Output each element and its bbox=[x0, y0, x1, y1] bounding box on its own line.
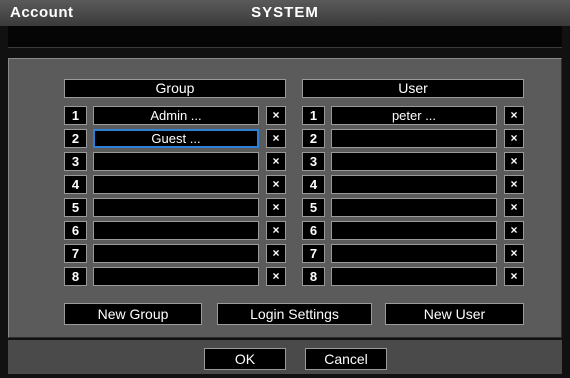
user-name-field[interactable] bbox=[331, 221, 497, 240]
user-delete-icon[interactable]: × bbox=[504, 129, 524, 148]
user-delete-icon[interactable]: × bbox=[504, 221, 524, 240]
user-delete-icon[interactable]: × bbox=[504, 198, 524, 217]
group-name-field[interactable] bbox=[93, 244, 259, 263]
user-name-field[interactable] bbox=[331, 244, 497, 263]
title-bar: Account SYSTEM bbox=[0, 0, 570, 26]
group-name-field[interactable] bbox=[93, 267, 259, 286]
group-delete-icon[interactable]: × bbox=[266, 221, 286, 240]
group-row-number: 3 bbox=[64, 152, 87, 171]
user-delete-icon[interactable]: × bbox=[504, 267, 524, 286]
user-row-number: 6 bbox=[302, 221, 325, 240]
group-name-field[interactable] bbox=[93, 221, 259, 240]
section-title: SYSTEM bbox=[251, 4, 319, 21]
top-strip bbox=[8, 26, 562, 48]
user-name-field[interactable]: peter ... bbox=[331, 106, 497, 125]
group-row-number: 1 bbox=[64, 106, 87, 125]
group-column-header: Group bbox=[64, 79, 286, 98]
new-user-button[interactable]: New User bbox=[385, 303, 524, 325]
group-delete-icon[interactable]: × bbox=[266, 244, 286, 263]
user-row-number: 7 bbox=[302, 244, 325, 263]
user-name-field[interactable] bbox=[331, 198, 497, 217]
user-row-number: 5 bbox=[302, 198, 325, 217]
group-name-field[interactable] bbox=[93, 152, 259, 171]
user-row-number: 4 bbox=[302, 175, 325, 194]
user-delete-icon[interactable]: × bbox=[504, 106, 524, 125]
user-name-field[interactable] bbox=[331, 152, 497, 171]
group-delete-icon[interactable]: × bbox=[266, 267, 286, 286]
user-name-field[interactable] bbox=[331, 129, 497, 148]
group-name-field[interactable]: Guest ... bbox=[93, 129, 259, 148]
user-delete-icon[interactable]: × bbox=[504, 244, 524, 263]
group-row-number: 4 bbox=[64, 175, 87, 194]
group-name-field[interactable] bbox=[93, 198, 259, 217]
group-name-field[interactable]: Admin ... bbox=[93, 106, 259, 125]
group-delete-icon[interactable]: × bbox=[266, 106, 286, 125]
ok-button[interactable]: OK bbox=[204, 348, 286, 370]
group-row-number: 6 bbox=[64, 221, 87, 240]
group-delete-icon[interactable]: × bbox=[266, 129, 286, 148]
user-row-number: 8 bbox=[302, 267, 325, 286]
new-group-button[interactable]: New Group bbox=[64, 303, 202, 325]
group-delete-icon[interactable]: × bbox=[266, 198, 286, 217]
group-row-number: 8 bbox=[64, 267, 87, 286]
user-column-header: User bbox=[302, 79, 524, 98]
group-name-field[interactable] bbox=[93, 175, 259, 194]
user-row-number: 1 bbox=[302, 106, 325, 125]
group-delete-icon[interactable]: × bbox=[266, 175, 286, 194]
group-row-number: 2 bbox=[64, 129, 87, 148]
user-name-field[interactable] bbox=[331, 267, 497, 286]
user-row-number: 2 bbox=[302, 129, 325, 148]
group-row-number: 7 bbox=[64, 244, 87, 263]
group-delete-icon[interactable]: × bbox=[266, 152, 286, 171]
group-row-number: 5 bbox=[64, 198, 87, 217]
login-settings-button[interactable]: Login Settings bbox=[217, 303, 372, 325]
user-delete-icon[interactable]: × bbox=[504, 152, 524, 171]
user-delete-icon[interactable]: × bbox=[504, 175, 524, 194]
user-row-number: 3 bbox=[302, 152, 325, 171]
user-name-field[interactable] bbox=[331, 175, 497, 194]
cancel-button[interactable]: Cancel bbox=[305, 348, 387, 370]
